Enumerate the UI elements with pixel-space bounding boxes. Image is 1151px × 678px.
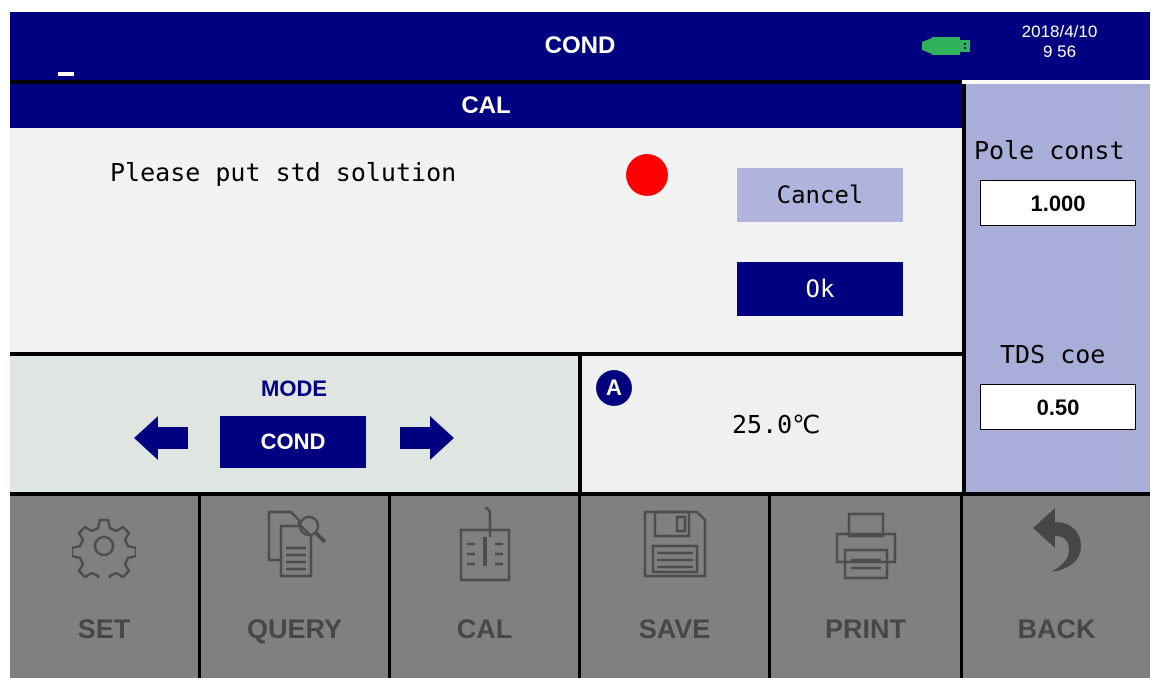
cancel-button[interactable]: Cancel <box>737 168 903 222</box>
back-label: BACK <box>1017 614 1096 644</box>
mode-value-button[interactable]: COND <box>220 416 366 468</box>
cal-label: CAL <box>456 614 513 644</box>
query-button[interactable]: QUERY <box>201 496 388 678</box>
auto-temp-badge: A <box>596 370 632 406</box>
query-icon <box>267 510 327 578</box>
status-indicator-dot <box>626 154 668 196</box>
floppy-icon <box>643 510 707 578</box>
cal-dialog-header: CAL <box>10 84 962 128</box>
set-label: SET <box>77 614 131 644</box>
beaker-icon <box>459 506 511 582</box>
bottom-toolbar: SET QUERY CAL SAVE PRINT BACK <box>10 496 1150 678</box>
time-display: 9 56 <box>1042 42 1077 61</box>
date-display: 2018/4/10 <box>1021 22 1098 41</box>
pole-const-value[interactable]: 1.000 <box>980 180 1136 226</box>
temperature-value: 25.0℃ <box>732 410 821 439</box>
mode-label: MODE <box>261 376 327 401</box>
screen-title: COND <box>544 32 616 59</box>
query-label: QUERY <box>246 614 342 644</box>
save-label: SAVE <box>638 614 711 644</box>
parameters-panel: Pole const 1.000 TDS coe 0.50 <box>962 84 1150 492</box>
cal-button[interactable]: CAL <box>391 496 578 678</box>
temperature-panel: A 25.0℃ <box>582 356 962 492</box>
print-label: PRINT <box>825 614 906 644</box>
pole-const-label: Pole const <box>974 136 1125 165</box>
cal-dialog-title: CAL <box>461 92 511 119</box>
title-underscore <box>58 72 74 76</box>
print-button[interactable]: PRINT <box>771 496 960 678</box>
ok-button[interactable]: Ok <box>737 262 903 316</box>
mode-panel: MODE COND <box>10 356 578 492</box>
mode-next-arrow-icon[interactable] <box>400 416 454 460</box>
gear-icon <box>72 518 136 578</box>
printer-icon <box>835 512 897 580</box>
cal-dialog-body: Please put std solution Cancel Ok <box>10 128 962 352</box>
back-button[interactable]: BACK <box>963 496 1150 678</box>
save-button[interactable]: SAVE <box>581 496 768 678</box>
tds-coe-label: TDS coe <box>1000 340 1106 369</box>
cal-prompt-text: Please put std solution <box>110 158 457 187</box>
mode-prev-arrow-icon[interactable] <box>134 416 188 460</box>
back-arrow-icon <box>1033 508 1081 572</box>
title-bar: COND 2018/4/10 9 56 <box>10 12 1150 80</box>
tds-coe-value[interactable]: 0.50 <box>980 384 1136 430</box>
set-button[interactable]: SET <box>10 496 198 678</box>
usb-icon <box>922 37 970 55</box>
